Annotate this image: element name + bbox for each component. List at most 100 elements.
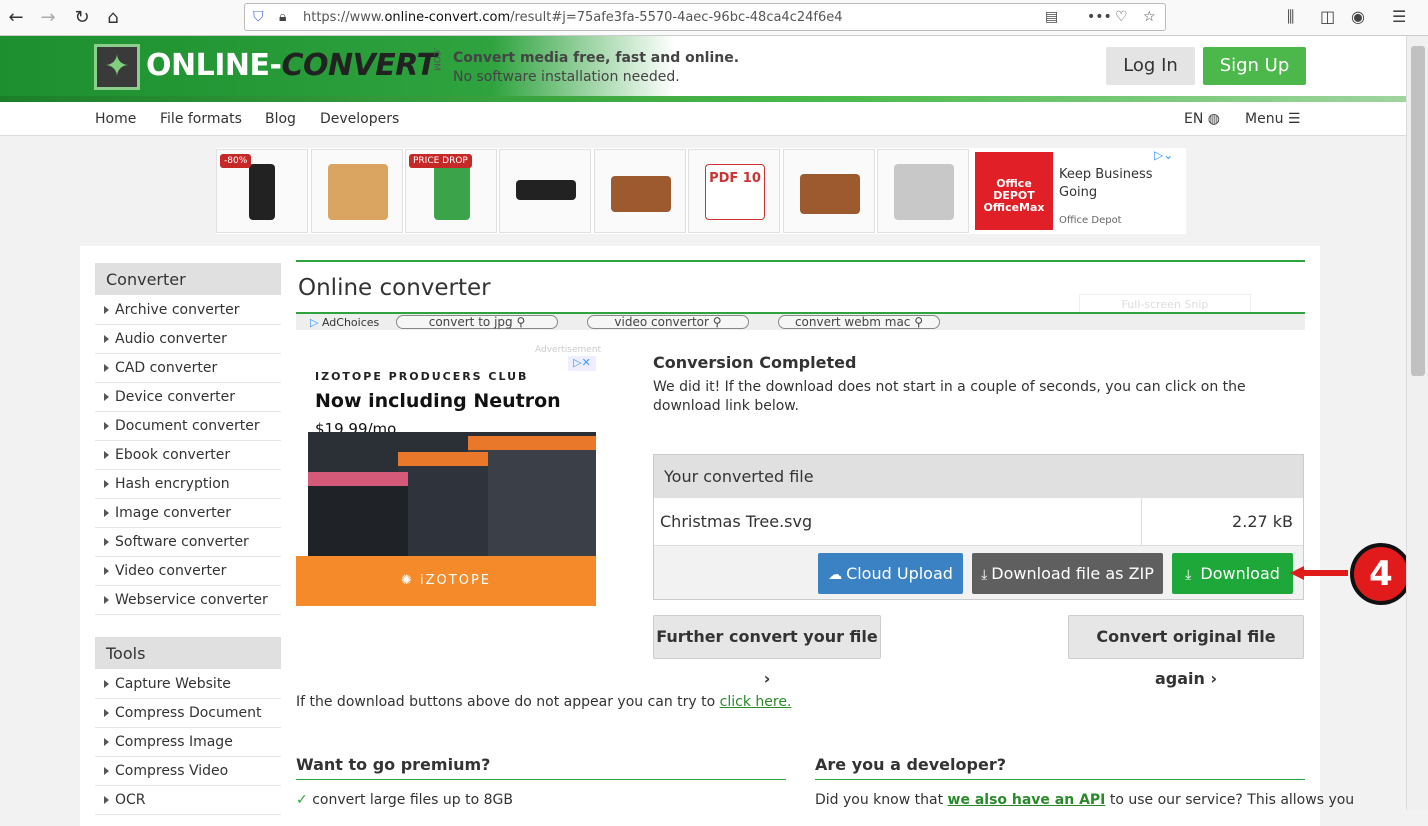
nav-file-formats[interactable]: File formats [160, 111, 242, 127]
lock-icon[interactable]: 🔒︎ [279, 9, 286, 25]
ad-standing-desk[interactable] [499, 149, 591, 233]
download-button[interactable]: ⤓ Download [1172, 553, 1293, 594]
izotope-ad[interactable]: IZOTOPE PRODUCERS CLUB Now including Neu… [296, 356, 596, 606]
ad-file-cabinet[interactable] [877, 149, 969, 233]
sidebar-converter-item[interactable]: Hash encryption [95, 470, 281, 499]
search-icon: ⚲ [914, 315, 924, 329]
shield-icon[interactable]: ⛉ [253, 9, 264, 25]
snip-overlay: Full-screen Snip [1079, 294, 1251, 314]
sidebar-converter-item[interactable]: Ebook converter [95, 441, 281, 470]
office-depot-brand: Office Depot [1059, 215, 1122, 226]
developer-rule [815, 779, 1305, 780]
table-row: Christmas Tree.svg 2.27 kB [654, 498, 1303, 546]
sidebar-tool-item[interactable]: Compress Document [95, 699, 281, 728]
ad-cleaner[interactable]: PRICE DROP [405, 149, 497, 233]
bookmark-star-icon[interactable]: ☆ [1143, 9, 1156, 25]
ad-desk-2[interactable] [783, 149, 875, 233]
signup-button[interactable]: Sign Up [1203, 47, 1306, 85]
sidebar-converter-item[interactable]: Software converter [95, 528, 281, 557]
scrollbar-thumb[interactable] [1411, 46, 1425, 376]
sidebar-converter-item[interactable]: CAD converter [95, 354, 281, 383]
converted-file-table: Your converted file Christmas Tree.svg 2… [653, 454, 1304, 600]
menu-icon: ☰ [1287, 111, 1301, 127]
sidebar-tool-item[interactable]: Capture Website [95, 670, 281, 699]
search-icon: ⚲ [516, 315, 526, 329]
sidebar-tool-item[interactable]: Compress Image [95, 728, 281, 757]
api-link[interactable]: we also have an API [948, 792, 1106, 808]
pointer-arrow-icon [1290, 566, 1348, 580]
ad-laptop-table[interactable] [311, 149, 403, 233]
office-depot-logo[interactable]: Office DEPOT OfficeMax [975, 152, 1053, 230]
download-zip-button[interactable]: ⤓ Download file as ZIP [972, 553, 1163, 594]
top-navigation: Home File formats Blog Developers EN ◍ M… [0, 102, 1406, 136]
url-bar[interactable]: ⛉ 🔒︎ https://www.online-convert.com/resu… [244, 3, 1166, 31]
login-button[interactable]: Log In [1106, 47, 1195, 85]
library-icon[interactable]: ⫼ [1287, 7, 1294, 27]
click-here-link[interactable]: click here. [720, 694, 792, 710]
globe-icon: ◍ [1207, 111, 1220, 127]
pocket-icon[interactable]: ♡ [1115, 9, 1128, 25]
home-icon[interactable]: ⌂ [101, 6, 125, 30]
premium-heading: Want to go premium? [296, 755, 491, 774]
sidebar-converter-item[interactable]: Video converter [95, 557, 281, 586]
forward-icon[interactable]: → [36, 6, 60, 30]
developer-text: Did you know that we also have an API to… [815, 792, 1355, 808]
ad-search-pill-1[interactable]: convert to jpg ⚲ [396, 315, 558, 329]
ad-search-pill-2[interactable]: video convertor ⚲ [587, 315, 749, 329]
logo-com: .COM [431, 47, 441, 71]
tagline-line-2: No software installation needed. [453, 69, 680, 85]
reader-view-icon[interactable]: ▤ [1045, 9, 1058, 25]
ad-close-icon[interactable]: ▷✕ [568, 356, 596, 371]
ad-usb-drive[interactable]: -80% [216, 149, 308, 233]
further-convert-button[interactable]: Further convert your file › [653, 615, 881, 688]
logo-icon[interactable]: ✦ [94, 44, 140, 90]
nav-blog[interactable]: Blog [265, 111, 296, 127]
url-text[interactable]: https://www.online-convert.com/result#j=… [303, 10, 843, 25]
adchoices-icon[interactable]: ▷⌄ [1154, 148, 1173, 162]
hamburger-menu-icon[interactable]: ☰ [1392, 7, 1406, 26]
reload-icon[interactable]: ↻ [70, 6, 94, 30]
sidebar-tool-item[interactable]: Compress Video [95, 757, 281, 786]
download-icon: ⤓ [981, 567, 988, 583]
sidebar-converter-item[interactable]: Image converter [95, 499, 281, 528]
conversion-title: Conversion Completed [653, 353, 857, 372]
cloud-upload-button[interactable]: ☁ Cloud Upload [818, 553, 963, 594]
more-actions-icon[interactable]: ••• [1087, 9, 1112, 25]
file-name[interactable]: Christmas Tree.svg [660, 512, 812, 531]
sidebar-toggle-icon[interactable]: ◫ [1320, 7, 1335, 26]
ad-search-pill-3[interactable]: convert webm mac ⚲ [778, 315, 940, 329]
nav-home[interactable]: Home [95, 111, 136, 127]
ad-banner[interactable]: -80% PRICE DROP PDF 10 Office DEPOT Offic… [216, 148, 1186, 234]
account-icon[interactable]: ◉ [1351, 7, 1365, 26]
page-title: Online converter [298, 275, 491, 301]
nav-developers[interactable]: Developers [320, 111, 399, 127]
izotope-logo-icon: ✺ [400, 573, 414, 588]
chevron-right-icon: › [1210, 669, 1218, 688]
language-selector[interactable]: EN ◍ [1184, 111, 1220, 127]
developer-heading: Are you a developer? [815, 755, 1006, 774]
adchoices-triangle-icon: ▷ [310, 316, 319, 329]
sidebar-converter-item[interactable]: Document converter [95, 412, 281, 441]
menu-button[interactable]: Menu ☰ [1245, 111, 1300, 127]
sidebar-converter-item[interactable]: Device converter [95, 383, 281, 412]
izotope-club: IZOTOPE PRODUCERS CLUB [315, 370, 529, 383]
plugin-screenshot-image [308, 432, 596, 556]
ad-pdf-software[interactable]: PDF 10 [688, 149, 780, 233]
sidebar-tool-item[interactable]: OCR [95, 786, 281, 815]
cell-divider [1141, 498, 1142, 546]
ad-desk-1[interactable] [594, 149, 686, 233]
adchoices-label[interactable]: ▷ AdChoices [310, 316, 379, 329]
back-icon[interactable]: ← [4, 6, 28, 30]
step-number-badge: 4 [1350, 543, 1412, 605]
convert-again-button[interactable]: Convert original file again › [1068, 615, 1304, 688]
sidebar-converter-item[interactable]: Audio converter [95, 325, 281, 354]
office-depot-text[interactable]: Keep Business Going [1059, 166, 1179, 202]
table-header: Your converted file [654, 455, 1303, 498]
sidebar-converter-item[interactable]: Archive converter [95, 296, 281, 325]
page-scrollbar[interactable] [1406, 36, 1428, 810]
logo-text[interactable]: ONLINE-CONVERT [146, 48, 437, 83]
izotope-headline: Now including Neutron [315, 390, 561, 412]
advertisement-label: Advertisement [535, 345, 602, 355]
sidebar-converter-item[interactable]: Webservice converter [95, 586, 281, 615]
tagline: Convert media free, fast and online. No … [453, 49, 739, 87]
